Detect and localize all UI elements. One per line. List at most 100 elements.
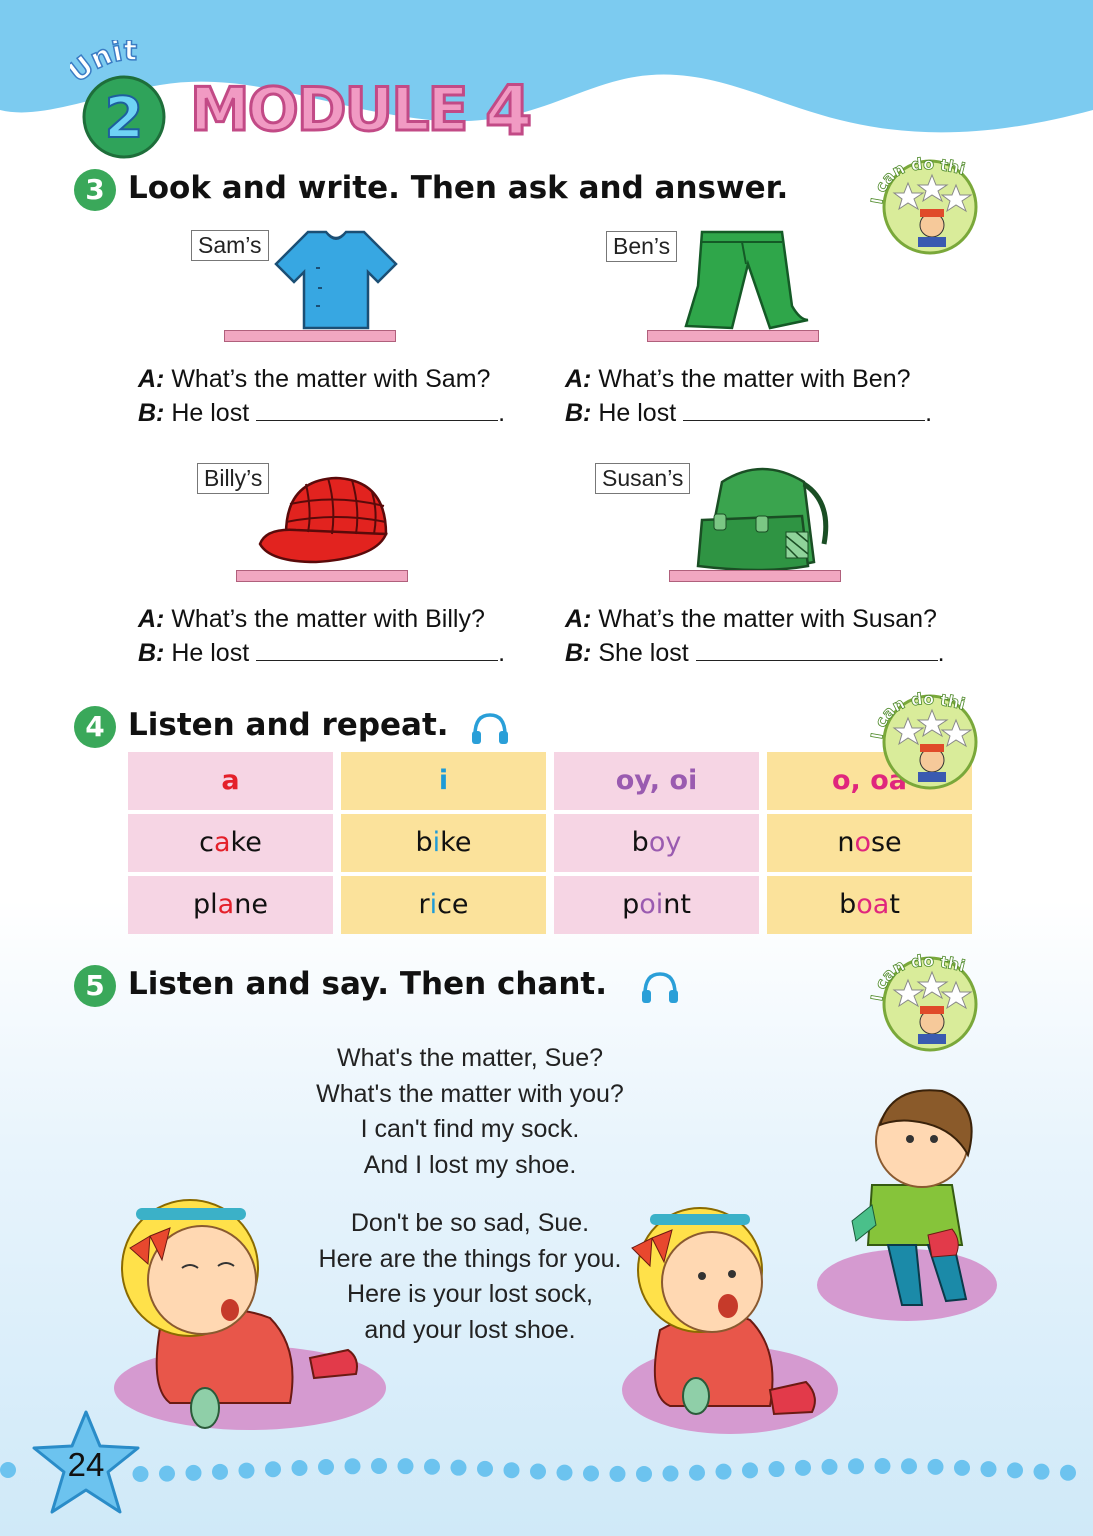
footer-dot: [450, 1459, 467, 1476]
footer-dot: [159, 1465, 175, 1482]
boy-illustration: [817, 1089, 997, 1321]
footer-dot: [1033, 1463, 1050, 1480]
phonics-header-cell: oy, oi: [554, 752, 759, 810]
owner-tag-ben: Ben’s: [606, 231, 678, 262]
footer-dot: [1007, 1462, 1023, 1479]
phonics-word-cell: cake: [128, 814, 333, 872]
headphones-icon[interactable]: [640, 970, 680, 1004]
word-part-post: ce: [437, 889, 469, 920]
word-part-pre: pl: [193, 889, 218, 920]
word-part-pre: b: [839, 889, 857, 920]
dialog-ben: A: What’s the matter with Ben? B: He los…: [565, 362, 932, 430]
module-word: MODULE: [190, 75, 466, 145]
chant-line: What's the matter with you?: [316, 1079, 624, 1108]
answer-blank[interactable]: [695, 637, 938, 661]
phonics-word-cell: bike: [341, 814, 546, 872]
footer-dot: [636, 1465, 652, 1482]
word-part-pre: n: [837, 827, 855, 858]
footer-dot: [530, 1463, 546, 1480]
word-part-pre: p: [622, 889, 640, 920]
answer-blank[interactable]: [256, 637, 499, 661]
answer-prefix: He lost: [164, 639, 257, 667]
footer-dot: [1060, 1464, 1076, 1481]
footer-dot: [238, 1462, 255, 1479]
footer-dot: [265, 1461, 281, 1478]
chant-line: What's the matter, Sue?: [336, 1044, 603, 1072]
footer-dot: [397, 1458, 414, 1475]
speaker-a: A:: [138, 365, 165, 393]
footer-dot: [768, 1461, 785, 1478]
phonics-word-cell: boy: [554, 814, 759, 872]
answer-end-punct: .: [937, 639, 945, 667]
i-can-do-this-badge: I can do this.: [868, 680, 978, 790]
word-part-pre: c: [199, 827, 214, 858]
shelf: [224, 330, 396, 342]
section-5-title: Listen and say. Then chant.: [128, 966, 607, 1002]
footer-dot: [212, 1463, 228, 1480]
word-part-post: ne: [234, 889, 268, 920]
speaker-b: B:: [138, 399, 165, 427]
footer-dots: [0, 1458, 1076, 1482]
word-part-pre: b: [631, 827, 649, 858]
word-part-post: ke: [440, 827, 472, 858]
dialog-sam: A: What’s the matter with Sam? B: He los…: [138, 362, 505, 430]
section-4-number: 4: [74, 706, 116, 748]
phonics-word-cell: boat: [767, 876, 972, 934]
chant-line: I can't find my sock.: [360, 1115, 580, 1143]
dialog-billy: A: What’s the matter with Billy? B: He l…: [138, 602, 505, 670]
footer-dot: [821, 1458, 838, 1475]
phonics-word-cell: plane: [128, 876, 333, 934]
phonics-header-cell: i: [341, 752, 546, 810]
footer-dot: [0, 1462, 16, 1478]
module-title-art: MODULE 4: [189, 71, 534, 149]
footer-dot: [556, 1464, 573, 1481]
word-part-pre: b: [415, 827, 433, 858]
footer-dot: [291, 1459, 308, 1476]
word-part-mid: oa: [856, 889, 890, 920]
phonics-word-cell: rice: [341, 876, 546, 934]
footer-dot: [689, 1464, 705, 1481]
footer-dot: [185, 1464, 202, 1481]
question-text: What’s the matter with Sam?: [164, 365, 491, 393]
answer-blank[interactable]: [683, 397, 926, 421]
word-part-pre: r: [418, 889, 430, 920]
speaker-a: A:: [565, 365, 592, 393]
footer-dot: [874, 1458, 891, 1474]
footer-dot: [901, 1458, 917, 1475]
speaker-b: B:: [565, 399, 592, 427]
speaker-b: B:: [138, 639, 165, 667]
speaker-a: A:: [138, 605, 165, 633]
tshirt-image: [274, 230, 398, 330]
question-text: What’s the matter with Susan?: [591, 605, 937, 633]
shelf: [236, 570, 408, 582]
shelf: [669, 570, 841, 582]
unit-number: 2: [105, 86, 144, 151]
headphones-icon[interactable]: [470, 711, 510, 745]
word-part-mid: o: [854, 827, 871, 858]
phonics-word-cell: point: [554, 876, 759, 934]
phonics-word-cell: nose: [767, 814, 972, 872]
footer-dot: [980, 1461, 997, 1478]
footer-dot: [371, 1458, 387, 1475]
section-3-title: Look and write. Then ask and answer.: [128, 170, 789, 206]
answer-end-punct: .: [925, 399, 933, 427]
answer-end-punct: .: [498, 639, 506, 667]
shelf: [647, 330, 819, 342]
answer-blank[interactable]: [256, 397, 499, 421]
footer-dot: [424, 1458, 440, 1475]
backpack-image: [696, 467, 829, 572]
answer-prefix: He lost: [591, 399, 684, 427]
answer-prefix: She lost: [591, 639, 696, 667]
footer-dot: [795, 1459, 811, 1476]
word-part-mid: a: [217, 889, 235, 920]
word-part-post: se: [870, 827, 902, 858]
footer-dot: [927, 1458, 944, 1475]
footer-dot: [318, 1458, 334, 1475]
word-part-mid: i: [429, 889, 438, 920]
section-3-number: 3: [74, 169, 116, 211]
owner-tag-sam: Sam’s: [191, 230, 269, 261]
question-text: What’s the matter with Billy?: [164, 605, 485, 633]
word-part-post: nt: [663, 889, 691, 920]
cap-image: [258, 476, 388, 564]
dialog-susan: A: What’s the matter with Susan? B: She …: [565, 602, 945, 670]
